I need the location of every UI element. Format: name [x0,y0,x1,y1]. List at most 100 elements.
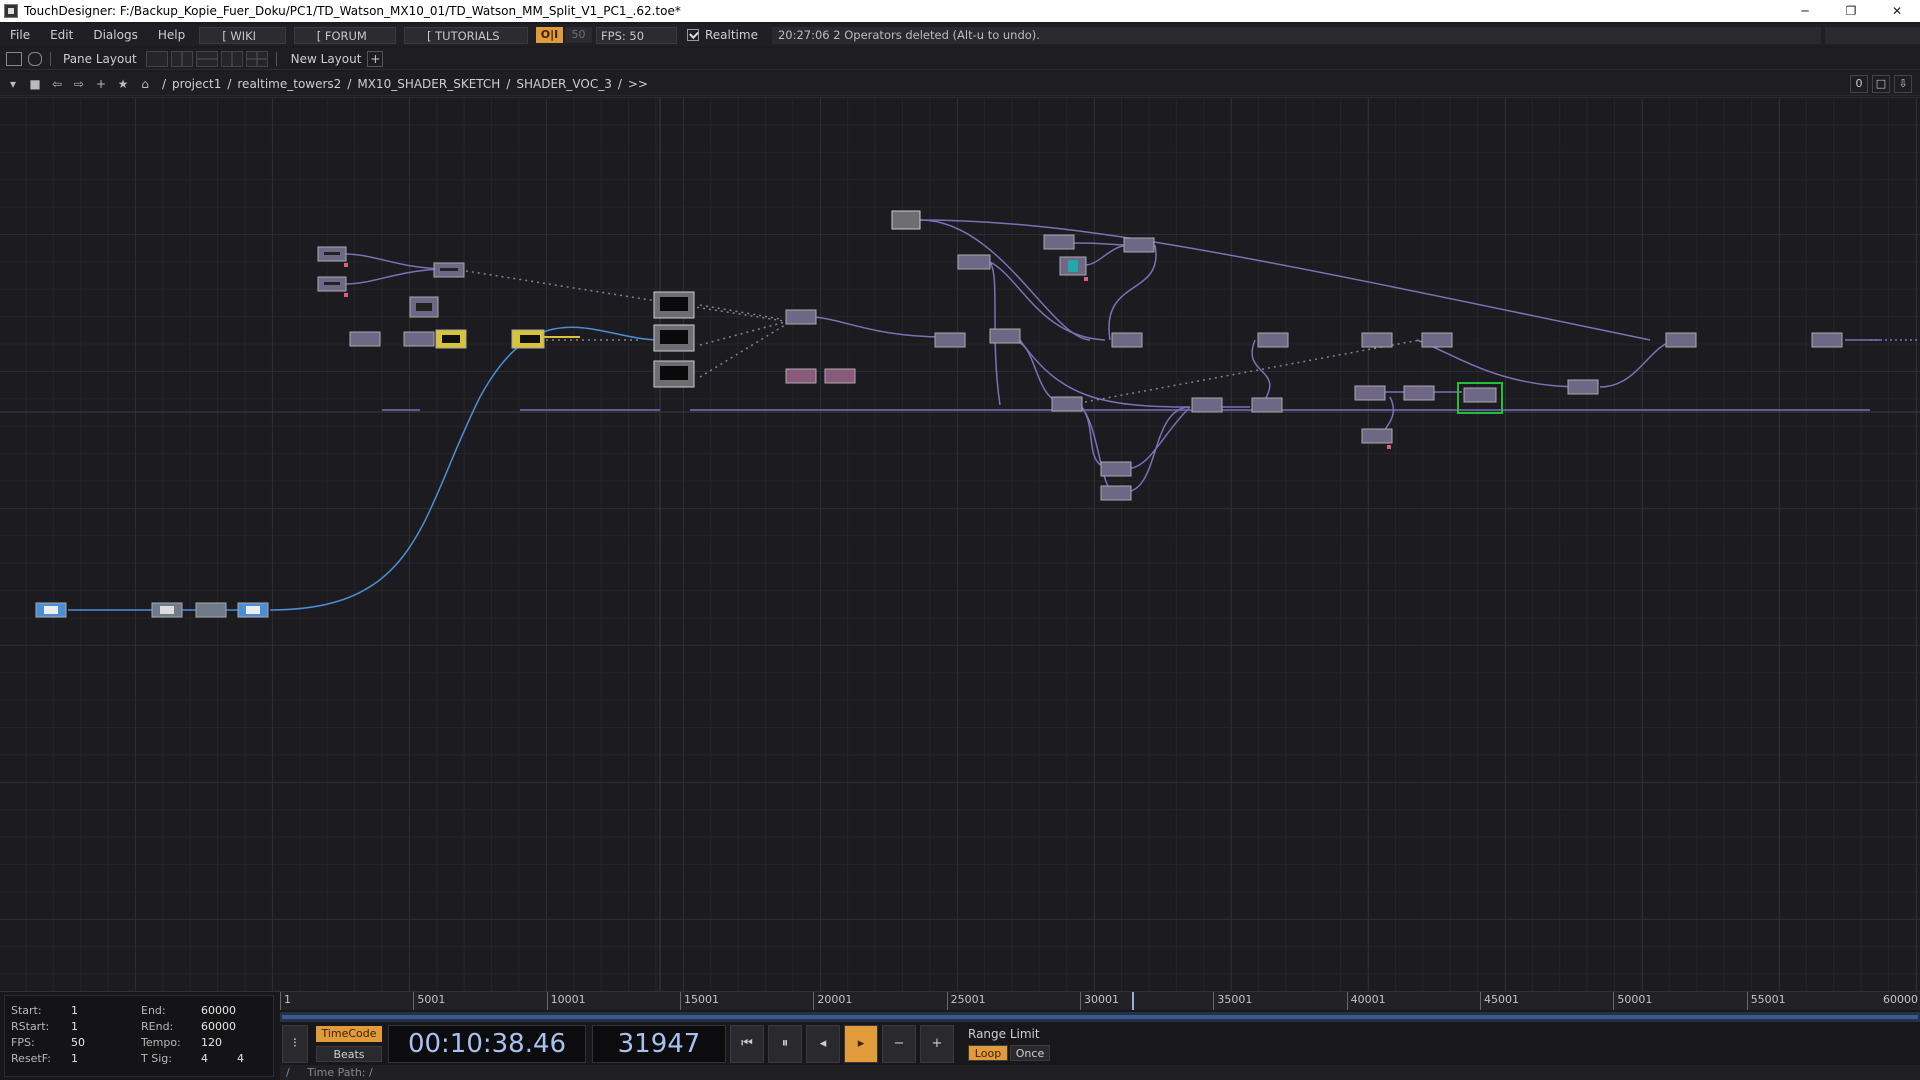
pane-menu-chevron-icon[interactable]: ▾ [4,75,22,93]
close-button[interactable]: ✕ [1874,0,1920,22]
add-operator-icon[interactable]: + [92,75,110,93]
title-bar: TouchDesigner: F:/Backup_Kopie_Fuer_Doku… [0,0,1920,22]
wire [1124,406,1191,493]
ruler-tick-label: 35001 [1213,992,1252,1010]
menu-dialogs[interactable]: Dialogs [83,28,147,42]
playback-controls: ⁝ TimeCode Beats 00:10:38.46 31947 ⏮ ⏸ ◂… [280,1024,1050,1064]
breadcrumb-more[interactable]: >> [628,77,648,91]
layout-split-vertical-icon[interactable] [170,50,193,67]
fps-display: FPS: 50 [596,26,678,44]
wire [1019,339,1191,408]
wire [1079,404,1116,493]
operator-node [1665,332,1697,348]
cook-toggle-button[interactable]: O|I [535,27,563,43]
time-path-slash: / [286,1066,290,1079]
rend-label: REnd: [141,1020,174,1033]
resetf-value[interactable]: 1 [71,1052,78,1065]
operator-node [989,328,1021,344]
breadcrumb-mx10-shader-sketch[interactable]: MX10_SHADER_SKETCH [357,77,500,91]
panel-view-icon[interactable] [28,51,42,66]
step-back-button[interactable]: ◂ [806,1025,840,1063]
menu-help[interactable]: Help [148,28,195,42]
maximize-pane-icon[interactable]: □ [1872,75,1890,93]
layout-three-pane-icon[interactable] [220,50,243,67]
operator-node [317,276,347,292]
forward-arrow-icon[interactable]: ⇨ [70,75,88,93]
frame-display[interactable]: 31947 [592,1025,726,1063]
operator-node [1100,461,1132,477]
beats-mode-button[interactable]: Beats [316,1046,382,1062]
play-button[interactable]: ▸ [844,1025,878,1063]
operator-node [1403,385,1435,401]
network-path-bar: ▾ ■ ⇦ ⇨ + ★ ⌂ / project1 / realtime_towe… [0,72,1920,96]
start-value[interactable]: 1 [71,1004,78,1017]
operator-node [1123,237,1155,253]
pause-button[interactable]: ⏸ [768,1025,802,1063]
back-arrow-icon[interactable]: ⇦ [48,75,66,93]
expand-down-icon[interactable]: ⇩ [1894,75,1912,93]
breadcrumb-project1[interactable]: project1 [172,77,221,91]
fps-value[interactable]: 50 [71,1036,85,1049]
tutorials-button[interactable]: [ TUTORIALS ] [403,26,528,60]
range-slider[interactable] [280,1012,1920,1022]
add-layout-button[interactable]: + [367,50,384,67]
fps-limit-field[interactable]: 50 [564,27,593,43]
operator-node-selected [1457,382,1503,414]
loop-button[interactable]: Loop [968,1045,1008,1061]
operator-node [1051,396,1083,412]
end-value[interactable]: 60000 [201,1004,236,1017]
pane-counter[interactable]: 0 [1850,75,1868,93]
menu-file[interactable]: File [0,28,40,42]
timeline-menu-button[interactable]: ⁝ [282,1025,308,1063]
wiki-button[interactable]: [ WIKI ] [199,26,286,60]
minimize-button[interactable]: ─ [1782,0,1828,22]
wire-blue-curve [269,326,661,611]
range-limit-label: Range Limit [968,1027,1040,1041]
layout-four-pane-icon[interactable] [245,50,268,67]
timecode-display[interactable]: 00:10:38.46 [388,1025,586,1063]
operator-node [1111,332,1143,348]
ruler-tick-label: 55001 [1746,992,1786,1010]
realtime-label: Realtime [704,28,758,42]
range-slider-fill[interactable] [282,1015,1918,1019]
network-view-icon[interactable] [6,51,22,66]
operator-node [1191,397,1223,413]
network-editor[interactable] [0,97,1920,991]
forum-button[interactable]: [ FORUM ] [293,26,396,60]
operator-network-graph[interactable] [0,97,1920,991]
increment-button[interactable]: + [920,1025,954,1063]
timecode-mode-button[interactable]: TimeCode [316,1026,382,1042]
breadcrumb-separator: / [227,76,232,91]
menu-edit[interactable]: Edit [40,28,83,42]
decrement-button[interactable]: − [882,1025,916,1063]
operator-node [785,368,817,384]
home-icon[interactable]: ⌂ [136,75,154,93]
layout-split-horizontal-icon[interactable] [195,50,218,67]
restore-button[interactable]: ❐ [1828,0,1874,22]
time-path-label[interactable]: Time Path: / [307,1066,373,1079]
rstart-value[interactable]: 1 [71,1020,78,1033]
timeline-ruler[interactable]: 1 5001 10001 15001 20001 25001 30001 35001 40001… [280,992,1920,1010]
rewind-button[interactable]: ⏮ [730,1025,764,1063]
stop-icon[interactable]: ■ [26,75,44,93]
playhead-marker[interactable] [1131,992,1134,1010]
once-button[interactable]: Once [1010,1045,1050,1061]
new-layout-label[interactable]: New Layout [285,52,368,66]
rend-value[interactable]: 60000 [201,1020,236,1033]
realtime-checkbox[interactable] [687,29,699,41]
operator-node [435,329,467,349]
breadcrumb-separator: / [506,76,511,91]
breadcrumb-realtime-towers2[interactable]: realtime_towers2 [237,77,341,91]
layout-single-icon[interactable] [145,50,168,67]
status-extra-field [1825,26,1920,44]
ruler-tick-label: 25001 [946,992,986,1010]
tsig-numerator[interactable]: 4 [201,1052,208,1065]
operator-node [1421,332,1453,348]
fps-label: FPS: [11,1036,35,1049]
tempo-value[interactable]: 120 [201,1036,222,1049]
tsig-denominator[interactable]: 4 [237,1052,244,1065]
bookmark-star-icon[interactable]: ★ [114,75,132,93]
touchdesigner-window: TouchDesigner: F:/Backup_Kopie_Fuer_Doku… [0,0,1920,1080]
timeline-info-panel: Start: 1 End: 60000 RStart: 1 REnd: 6000… [4,995,274,1077]
breadcrumb-shader-voc-3[interactable]: SHADER_VOC_3 [516,77,611,91]
